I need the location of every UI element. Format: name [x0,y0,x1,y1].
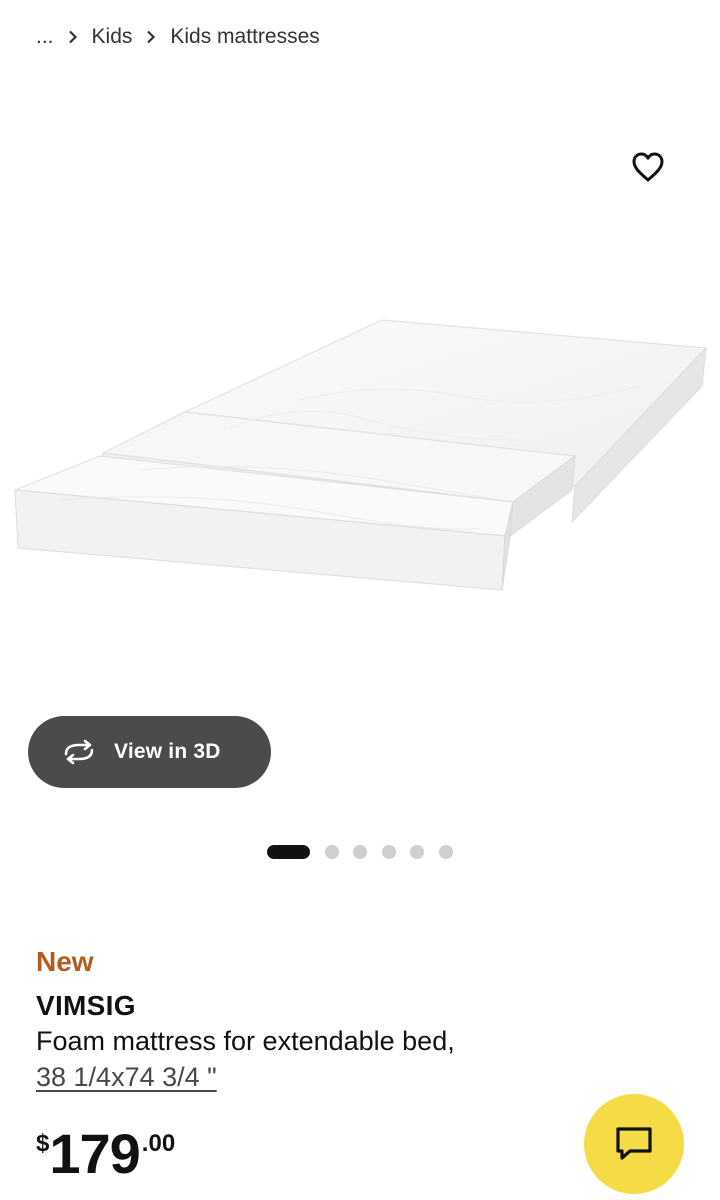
view-in-3d-button[interactable]: View in 3D [28,716,271,788]
rotate-3d-icon [60,739,98,765]
chat-button[interactable] [584,1094,684,1194]
image-carousel-indicator [267,844,467,860]
breadcrumb-item-kids-mattresses[interactable]: Kids mattresses [170,25,319,49]
product-price: $ 179 .00 [36,1124,175,1184]
price-decimal: .00 [141,1130,176,1157]
chevron-right-icon [54,30,92,44]
breadcrumb-item-kids[interactable]: Kids [92,25,133,49]
view-in-3d-label: View in 3D [114,740,221,763]
carousel-dot[interactable] [324,845,339,859]
carousel-dot[interactable] [410,845,424,859]
carousel-dot-active[interactable] [267,845,310,859]
product-size-link[interactable]: 38 1/4x74 3/4 " [36,1062,217,1093]
product-description: Foam mattress for extendable bed, [36,1026,455,1056]
price-integer: 179 [49,1122,140,1185]
chevron-right-icon [132,30,170,44]
carousel-dot[interactable] [353,845,367,859]
breadcrumb-ellipsis[interactable]: ... [36,25,54,49]
new-badge: New [36,946,94,977]
product-name: VIMSIG [36,990,136,1021]
price-currency: $ [36,1130,50,1157]
product-image-mattress[interactable] [0,300,720,620]
breadcrumb: ... Kids Kids mattresses [36,22,320,52]
chat-bubble-icon [616,1127,652,1160]
carousel-dot[interactable] [438,845,453,859]
heart-outline-icon [632,152,664,182]
carousel-dot[interactable] [381,845,396,859]
add-to-favorites-button[interactable] [626,145,670,189]
